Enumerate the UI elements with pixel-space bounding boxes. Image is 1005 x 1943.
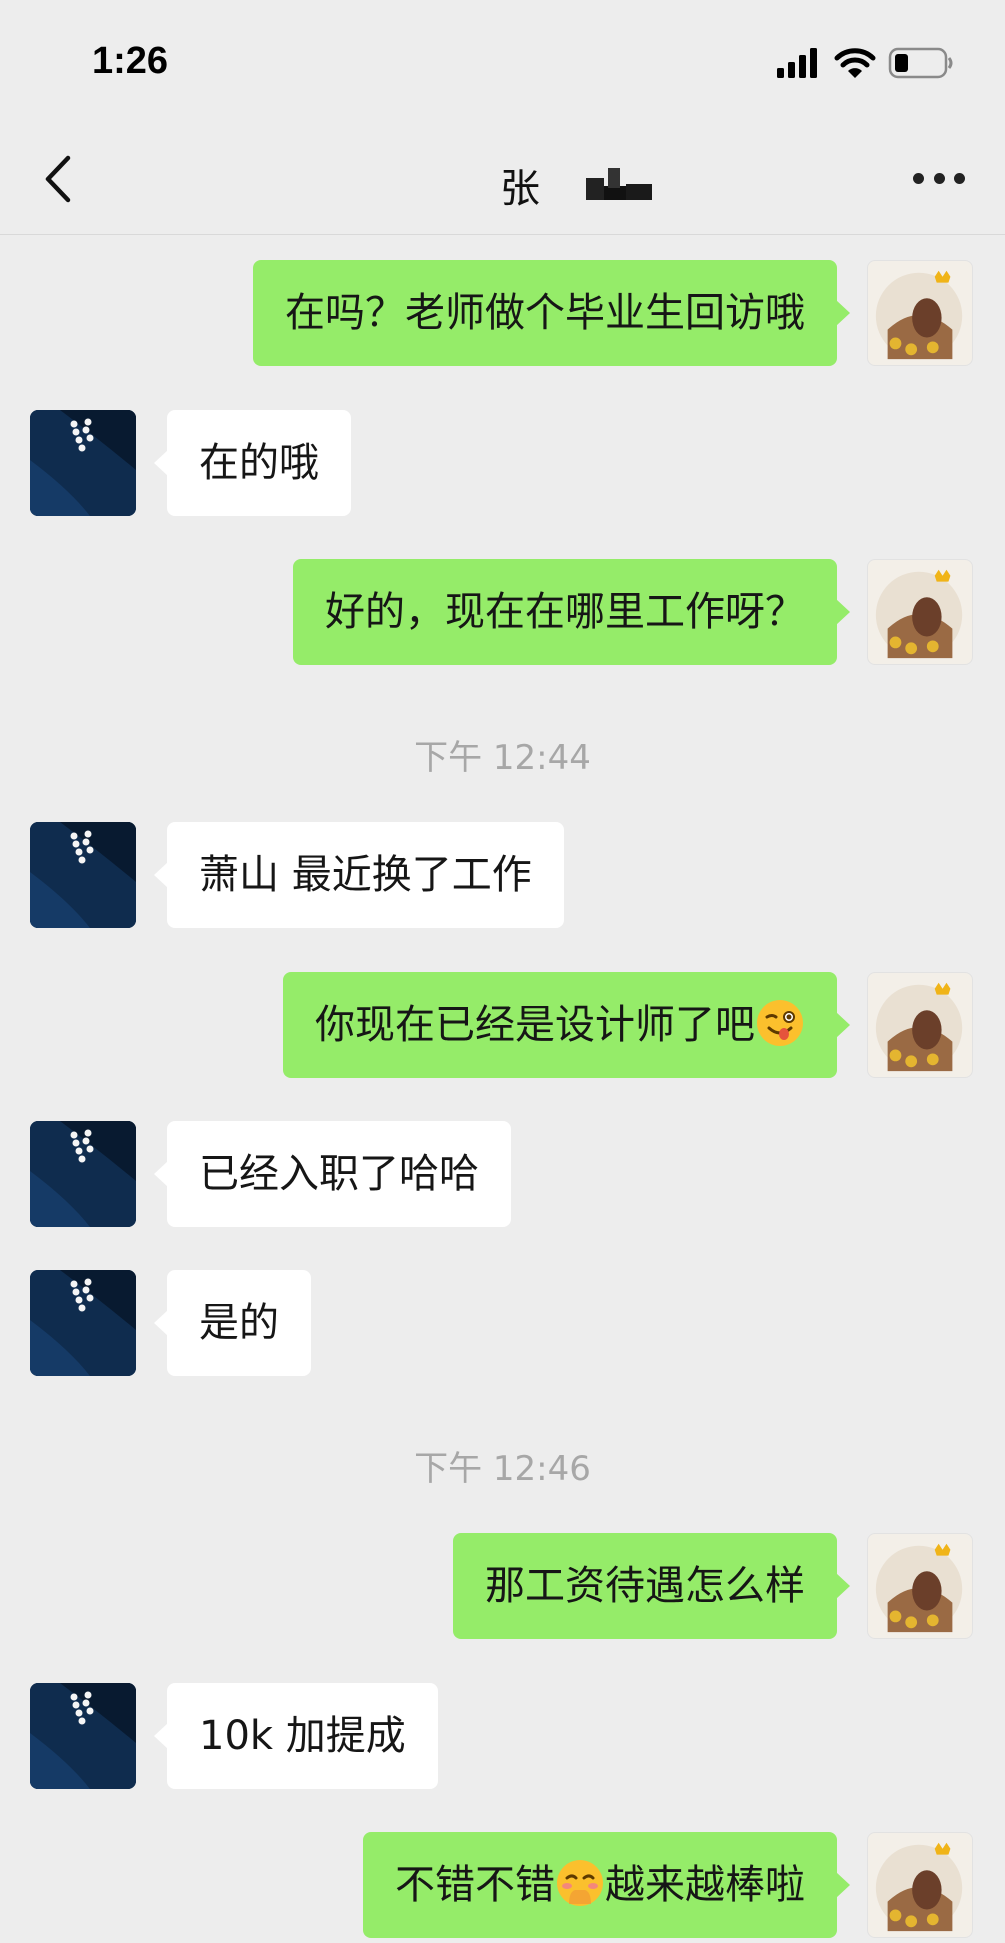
message-bubble-received[interactable]: 在的哦 xyxy=(154,410,351,516)
message-bubble-received[interactable]: 萧山 最近换了工作 xyxy=(154,822,564,928)
back-icon[interactable] xyxy=(36,150,86,208)
timestamp: 下午 12:46 xyxy=(414,1449,591,1489)
status-time: 1:26 xyxy=(92,40,169,82)
timestamp: 下午 12:44 xyxy=(414,738,591,778)
message-text: 在的哦 xyxy=(199,440,319,486)
my-avatar[interactable] xyxy=(867,260,973,366)
redacted-name-mosaic xyxy=(586,168,652,200)
chat-header: 张 xyxy=(0,120,1005,235)
contact-avatar[interactable] xyxy=(30,1270,136,1376)
message-text: 已经入职了哈哈 xyxy=(199,1151,479,1197)
message-bubble-sent[interactable]: 你现在已经是设计师了吧 xyxy=(283,972,850,1078)
message-text: 10k 加提成 xyxy=(199,1713,406,1759)
shy-emoji xyxy=(557,1860,603,1906)
message-text-continued: 越来越棒啦 xyxy=(605,1862,805,1908)
more-options-icon[interactable] xyxy=(913,168,965,188)
message-text: 是的 xyxy=(199,1300,279,1346)
contact-avatar[interactable] xyxy=(30,1121,136,1227)
status-bar: 1:26 xyxy=(0,0,1005,120)
contact-avatar[interactable] xyxy=(30,410,136,516)
message-bubble-received[interactable]: 是的 xyxy=(154,1270,311,1376)
message-bubble-sent[interactable]: 那工资待遇怎么样 xyxy=(453,1533,850,1639)
my-avatar[interactable] xyxy=(867,559,973,665)
message-bubble-sent[interactable]: 在吗？老师做个毕业生回访哦 xyxy=(253,260,850,366)
message-bubble-received[interactable]: 10k 加提成 xyxy=(154,1683,438,1789)
message-text: 不错不错 xyxy=(395,1862,555,1908)
contact-avatar[interactable] xyxy=(30,822,136,928)
my-avatar[interactable] xyxy=(867,1533,973,1639)
message-text: 那工资待遇怎么样 xyxy=(485,1563,805,1609)
contact-name[interactable]: 张 xyxy=(500,156,540,214)
signal-icon xyxy=(777,48,817,78)
message-text: 萧山 最近换了工作 xyxy=(199,852,532,898)
message-text: 你现在已经是设计师了吧 xyxy=(315,1002,755,1048)
my-avatar[interactable] xyxy=(867,1832,973,1938)
status-icons xyxy=(777,47,953,79)
message-bubble-sent[interactable]: 好的，现在在哪里工作呀？ xyxy=(293,559,850,665)
message-text: 好的，现在在哪里工作呀？ xyxy=(325,589,805,635)
message-bubble-received[interactable]: 已经入职了哈哈 xyxy=(154,1121,511,1227)
battery-icon xyxy=(888,47,953,79)
winking-tongue-emoji xyxy=(757,1000,803,1046)
wifi-icon xyxy=(834,48,876,78)
message-text: 在吗？老师做个毕业生回访哦 xyxy=(285,290,805,336)
message-bubble-sent[interactable]: 不错不错 越来越棒啦 xyxy=(363,1832,850,1938)
my-avatar[interactable] xyxy=(867,972,973,1078)
contact-avatar[interactable] xyxy=(30,1683,136,1789)
